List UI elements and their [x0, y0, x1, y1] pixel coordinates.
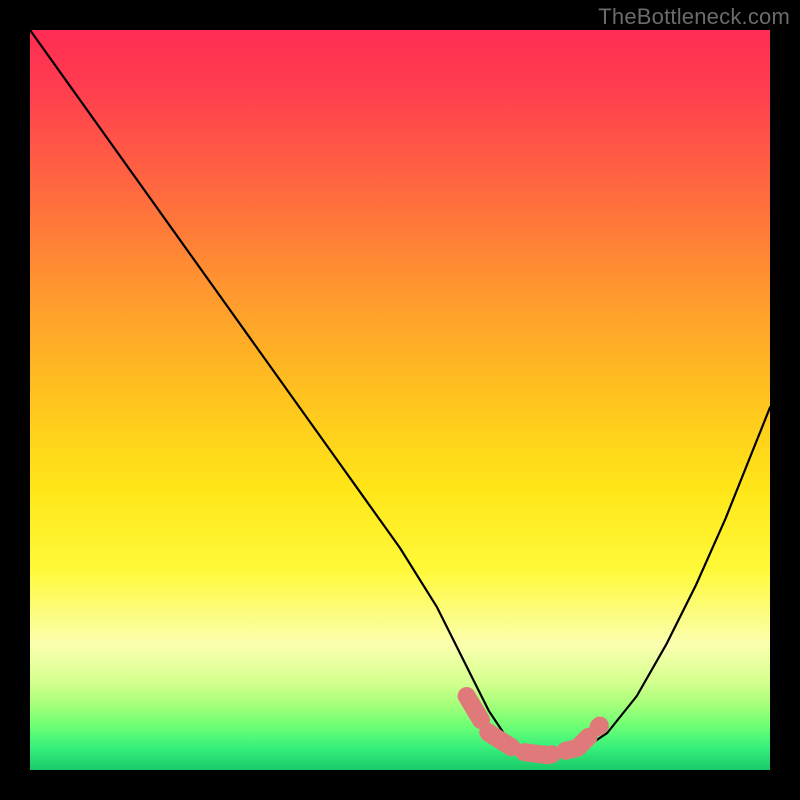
plot-area — [30, 30, 770, 770]
curve-layer — [30, 30, 770, 770]
watermark-text: TheBottleneck.com — [598, 4, 790, 30]
bottleneck-curve — [30, 30, 770, 755]
chart-frame: TheBottleneck.com — [0, 0, 800, 800]
